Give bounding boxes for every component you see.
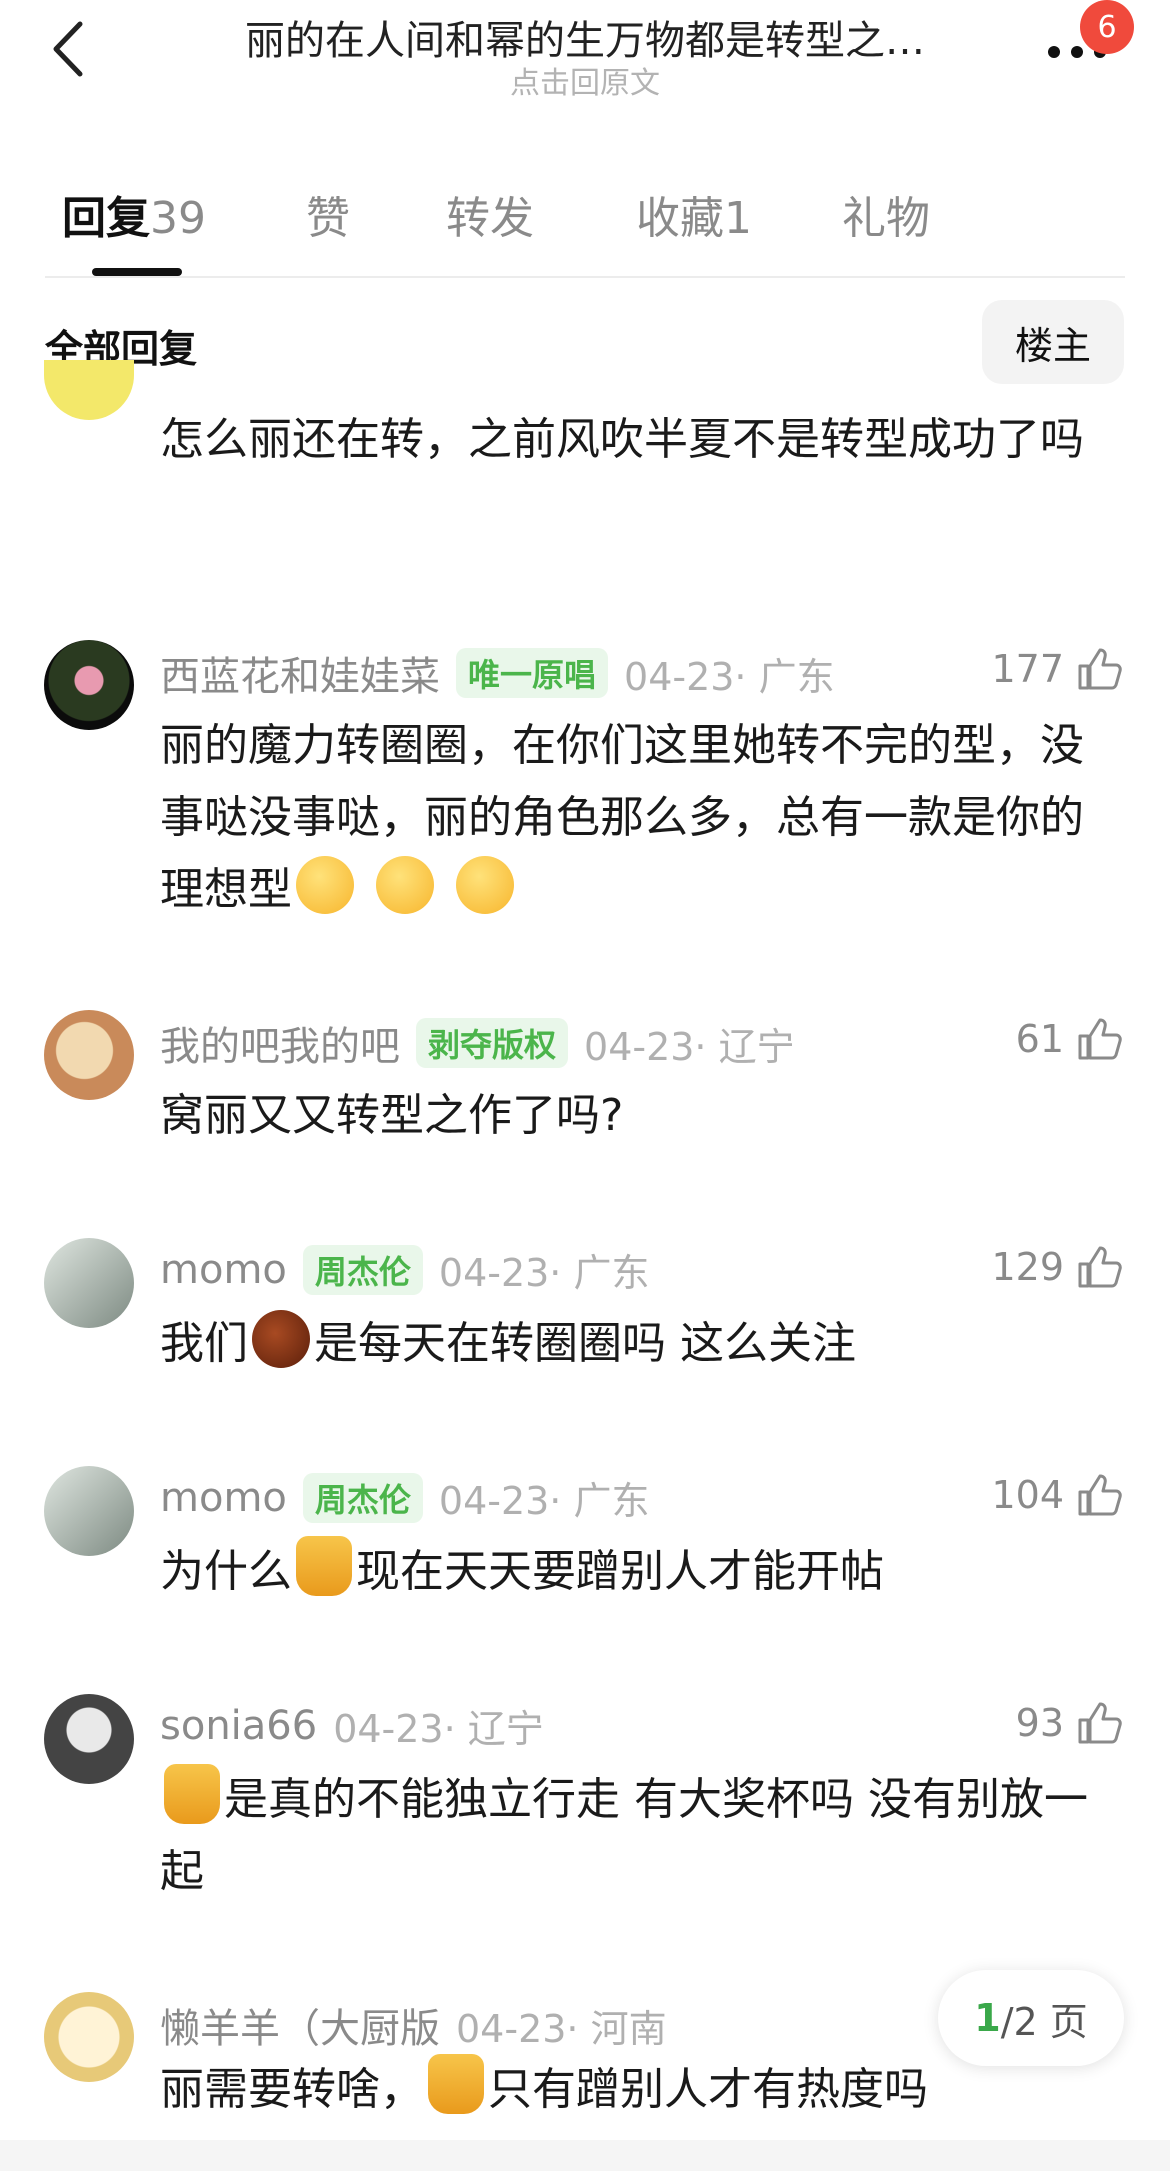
- tab-gifts[interactable]: 礼物: [842, 182, 930, 246]
- honey-pot-emoji: [296, 1536, 352, 1596]
- like-count: 104: [991, 1473, 1064, 1517]
- comment-meta: 04-23· 辽宁: [333, 1707, 544, 1751]
- avatar[interactable]: [44, 360, 134, 420]
- tab-label: 收藏: [636, 193, 724, 244]
- thumbs-up-icon: [1078, 648, 1122, 690]
- like-count: 93: [1015, 1701, 1064, 1745]
- like-button[interactable]: 104: [991, 1470, 1124, 1520]
- thumbs-up-icon: [1078, 1018, 1122, 1060]
- tab-replies[interactable]: 回复39: [62, 182, 206, 246]
- like-count: 177: [991, 647, 1064, 691]
- page-indicator[interactable]: 1/2 页: [938, 1970, 1124, 2066]
- fan-badge: 剥夺版权: [416, 1018, 569, 1068]
- fan-badge: 唯一原唱: [456, 648, 609, 698]
- comment-text-part: 现在天天要蹭别人才能开帖: [356, 1546, 884, 1597]
- honey-pot-emoji: [428, 2054, 484, 2114]
- username[interactable]: 懒羊羊（大厨版: [160, 1996, 440, 2054]
- comment-meta: 04-23· 广东: [438, 1479, 650, 1523]
- fan-badge: 周杰伦: [302, 1472, 423, 1523]
- tab-label: 礼物: [842, 193, 930, 244]
- tabs-divider: [45, 276, 1125, 278]
- bottom-input-bar[interactable]: [0, 2140, 1170, 2171]
- avatar[interactable]: [44, 1466, 134, 1556]
- tab-label: 转发: [446, 193, 534, 244]
- tab-label: 回复: [62, 193, 150, 244]
- comment-text-part: 是每天在转圈圈吗 这么关注: [314, 1318, 856, 1369]
- comment-header: 懒羊羊（大厨版 04-23· 河南: [160, 1996, 667, 2054]
- comment-header: 西蓝花和娃娃菜 唯一原唱 04-23· 广东: [160, 644, 835, 702]
- avatar[interactable]: [44, 1010, 134, 1100]
- comment-text: 丽需要转啥， 只有蹭别人才有热度吗: [160, 2054, 1100, 2126]
- comment-meta: 04-23· 辽宁: [584, 1024, 795, 1069]
- username[interactable]: momo: [160, 1247, 287, 1293]
- comment-text: 为什么 现在天天要蹭别人才能开帖: [160, 1536, 1100, 1608]
- tab-label: 赞: [306, 193, 350, 244]
- like-count: 61: [1015, 1017, 1064, 1061]
- comment-text-part: 丽需要转啥，: [160, 2064, 424, 2115]
- owner-only-button[interactable]: 楼主: [982, 300, 1124, 384]
- comment-header: sonia66 04-23· 辽宁: [160, 1698, 544, 1753]
- avatar[interactable]: [44, 1238, 134, 1328]
- tab-count: 39: [150, 193, 206, 244]
- comment-text: 窝丽又又转型之作了吗?: [160, 1090, 624, 1141]
- comment-text: 我们 是每天在转圈圈吗 这么关注: [160, 1308, 1100, 1380]
- comment-header: 我的吧我的吧 剥夺版权 04-23· 辽宁: [160, 1014, 795, 1072]
- comment-text-part: 我们: [160, 1318, 248, 1369]
- comment-text-part: 只有蹭别人才有热度吗: [488, 2064, 928, 2115]
- comment-text-part: 是真的不能独立行走 有大奖杯吗 没有别放一起: [160, 1774, 1088, 1897]
- comment-meta: 04-23· 河南: [456, 2006, 667, 2051]
- total-pages: /2 页: [1000, 1999, 1088, 2044]
- grinning-sweat-emoji: [296, 856, 354, 914]
- tab-count: 1: [724, 193, 752, 244]
- back-arrow-icon: [53, 21, 83, 77]
- thumbs-up-icon: [1078, 1246, 1122, 1288]
- active-tab-indicator: [92, 268, 182, 276]
- tab-reposts[interactable]: 转发: [446, 182, 534, 246]
- notification-badge: 6: [1080, 0, 1134, 54]
- fan-badge: 周杰伦: [302, 1244, 423, 1295]
- like-count: 129: [991, 1245, 1064, 1289]
- username[interactable]: 西蓝花和娃娃菜: [160, 644, 440, 702]
- avatar[interactable]: [44, 1992, 134, 2082]
- tab-likes[interactable]: 赞: [306, 182, 350, 246]
- comment-text: 怎么丽还在转，之前风吹半夏不是转型成功了吗: [160, 414, 1084, 465]
- comment-meta: 04-23· 广东: [438, 1251, 650, 1295]
- comment-text: 是真的不能独立行走 有大奖杯吗 没有别放一起: [160, 1764, 1100, 1908]
- comment-header: momo 周杰伦 04-23· 广东: [160, 1470, 649, 1525]
- like-button[interactable]: 129: [991, 1242, 1124, 1292]
- current-page: 1: [974, 1996, 1001, 2040]
- thumbs-up-icon: [1078, 1474, 1122, 1516]
- honey-pot-emoji: [164, 1764, 220, 1824]
- comment-meta: 04-23· 广东: [624, 654, 835, 699]
- like-button[interactable]: 177: [991, 644, 1124, 694]
- grinning-sweat-emoji: [376, 856, 434, 914]
- tab-favorites[interactable]: 收藏1: [636, 182, 752, 246]
- chestnut-emoji: [252, 1310, 310, 1368]
- username[interactable]: 我的吧我的吧: [160, 1014, 400, 1072]
- comment-text-part: 为什么: [160, 1546, 292, 1597]
- username[interactable]: momo: [160, 1475, 287, 1521]
- back-to-original-link[interactable]: 点击回原文: [170, 58, 1000, 102]
- comment-header: momo 周杰伦 04-23· 广东: [160, 1242, 649, 1297]
- avatar[interactable]: [44, 640, 134, 730]
- like-button[interactable]: 93: [1016, 1698, 1124, 1748]
- grinning-sweat-emoji: [456, 856, 514, 914]
- back-button[interactable]: [40, 14, 100, 84]
- like-button[interactable]: 61: [1016, 1014, 1124, 1064]
- thumbs-up-icon: [1078, 1702, 1122, 1744]
- username[interactable]: sonia66: [160, 1703, 317, 1749]
- comment-text: 丽的魔力转圈圈，在你们这里她转不完的型，没事哒没事哒，丽的角色那么多，总有一款是…: [160, 710, 1100, 926]
- avatar[interactable]: [44, 1694, 134, 1784]
